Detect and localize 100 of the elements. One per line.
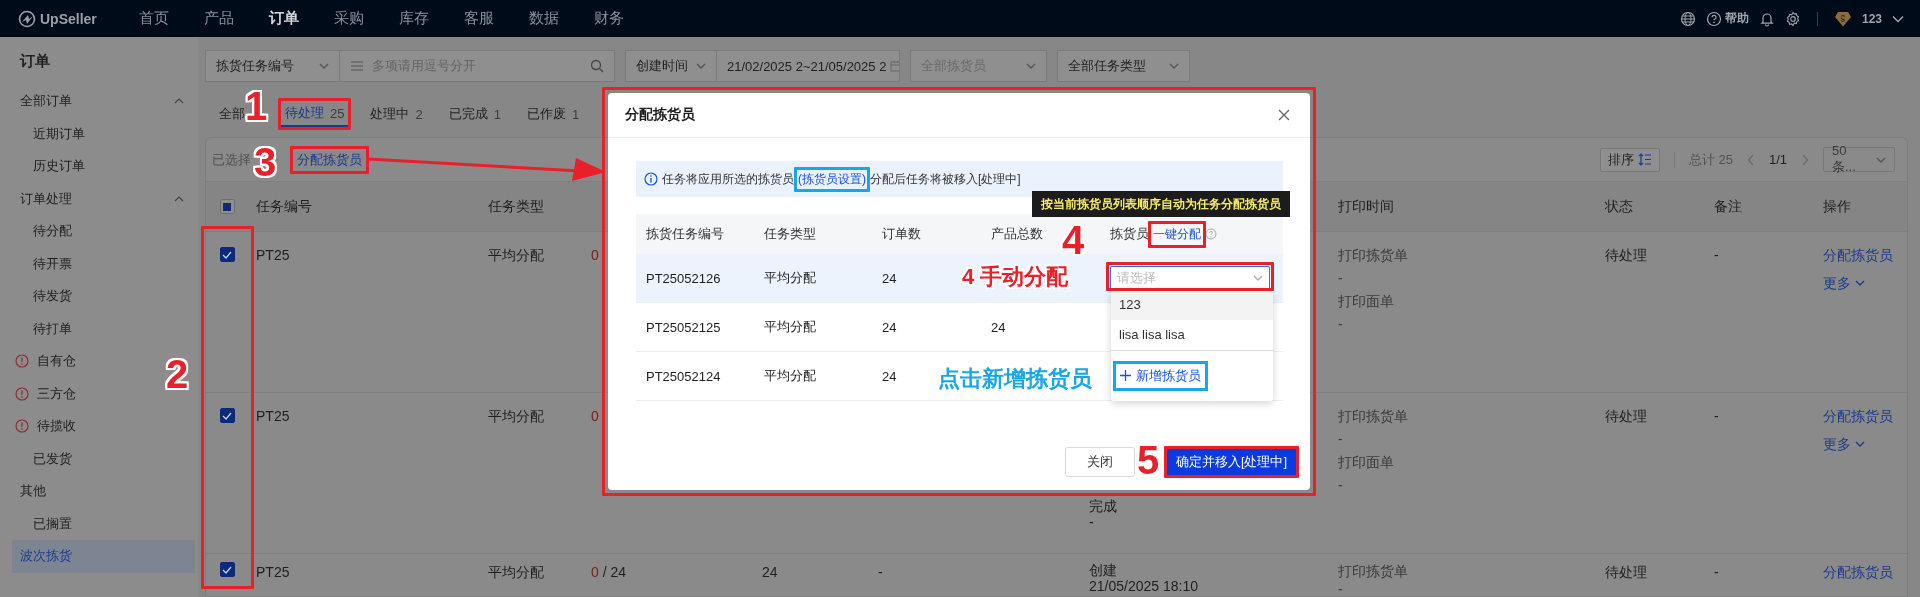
- table-cell-text: 创建: [1089, 562, 1118, 578]
- nav-item[interactable]: 数据: [528, 9, 559, 28]
- checkbox[interactable]: [219, 199, 235, 214]
- table-cell-text: -: [1338, 580, 1344, 596]
- nav-item[interactable]: 库存: [398, 9, 429, 28]
- sidebar-item[interactable]: 已搁置: [33, 514, 184, 533]
- column-header: 状态: [1604, 197, 1634, 216]
- info-text: 任务将应用所选的拣货员: [662, 170, 794, 188]
- globe-icon[interactable]: [1679, 10, 1696, 27]
- nav-item[interactable]: 采购: [333, 9, 364, 28]
- sort-icon: [1637, 153, 1652, 166]
- list-icon: [350, 60, 364, 72]
- check-icon: [222, 411, 232, 420]
- table-cell-text: PT25: [256, 563, 290, 582]
- column-header: 订单数: [882, 226, 921, 241]
- checkbox[interactable]: [219, 562, 235, 577]
- table-cell: 平均分配: [488, 408, 544, 424]
- picked-count: 0: [591, 564, 599, 580]
- checkbox[interactable]: [219, 408, 235, 423]
- chevron-down-icon: [1026, 63, 1036, 69]
- nav-item[interactable]: 首页: [138, 9, 169, 28]
- table-cell: -: [878, 564, 883, 580]
- table-cell: 24: [882, 270, 897, 286]
- sidebar-item[interactable]: 待发货: [33, 287, 184, 306]
- search-icon[interactable]: [590, 59, 604, 73]
- checkbox[interactable]: [219, 247, 235, 262]
- bell-icon[interactable]: [1758, 10, 1775, 27]
- chevron-down-icon: [319, 63, 329, 69]
- assign-picker-button[interactable]: 分配拣货员: [293, 148, 366, 171]
- assign-picker-link[interactable]: 分配拣货员: [1823, 562, 1893, 582]
- account-name[interactable]: 123: [1861, 11, 1882, 26]
- picked-count: 0: [591, 247, 599, 263]
- sidebar-title: 订单: [18, 51, 51, 71]
- nav-item[interactable]: 产品: [203, 9, 234, 28]
- diamond-badge-icon[interactable]: [1833, 10, 1852, 27]
- more-link[interactable]: 更多: [1823, 273, 1865, 293]
- nav-item[interactable]: 客服: [463, 9, 494, 28]
- tab[interactable]: 已完成 1: [444, 102, 505, 126]
- annotation-label: 4 手动分配: [962, 263, 1069, 291]
- table-cell-text: 打印面单: [1338, 453, 1395, 472]
- task-type-select[interactable]: 全部任务类型: [1057, 50, 1190, 82]
- field-select[interactable]: 拣货任务编号: [205, 50, 340, 82]
- step-number: 2: [166, 354, 189, 394]
- tab[interactable]: 待处理 25: [281, 101, 349, 127]
- help-icon[interactable]: [1705, 10, 1722, 27]
- tab[interactable]: 处理中 2: [366, 102, 427, 126]
- chevron-down-icon: [1253, 275, 1263, 281]
- chevron-down-icon[interactable]: [1892, 14, 1904, 23]
- dropdown-option[interactable]: lisa lisa lisa: [1111, 319, 1273, 350]
- settings-icon[interactable]: [1784, 10, 1801, 27]
- sidebar-item[interactable]: 待开票: [33, 254, 184, 273]
- time-select[interactable]: 创建时间: [625, 50, 717, 82]
- add-picker-button[interactable]: 新增拣货员: [1113, 360, 1208, 391]
- step-number: 1: [245, 86, 268, 126]
- table-cell: 平均分配: [488, 247, 544, 263]
- table-cell-text: 21/05/2025 18:10: [1089, 578, 1199, 594]
- tooltip: 按当前拣货员列表顺序自动为任务分配拣货员: [1032, 191, 1290, 217]
- sidebar-item[interactable]: 其他: [20, 482, 184, 501]
- page-size-select[interactable]: 50条...: [1823, 147, 1895, 172]
- table-cell: 24: [882, 368, 897, 384]
- column-header: 拣货员: [1110, 225, 1149, 243]
- calendar-icon: [890, 60, 899, 72]
- sidebar-item[interactable]: 待揽收: [37, 417, 184, 436]
- chevron-up-icon[interactable]: [174, 195, 184, 202]
- auto-assign-link[interactable]: 一键分配: [1153, 225, 1201, 243]
- chevron-down-icon: [696, 63, 706, 69]
- sidebar-item[interactable]: 已发货: [33, 449, 184, 468]
- sidebar-item[interactable]: 订单处理: [20, 189, 166, 208]
- nav-item[interactable]: 财务: [593, 9, 624, 28]
- table-cell-text: -: [1338, 315, 1344, 334]
- sidebar-item[interactable]: 波次拣货: [12, 540, 195, 573]
- sort-button[interactable]: 排序: [1599, 147, 1660, 172]
- table-cell: 平均分配: [488, 564, 544, 580]
- column-header: 操作: [1822, 197, 1852, 216]
- assign-picker-link[interactable]: 分配拣货员: [1823, 406, 1893, 426]
- close-button[interactable]: 关闭: [1065, 447, 1135, 477]
- picked-count: 0: [591, 408, 599, 424]
- sidebar-item[interactable]: 待分配: [33, 222, 184, 241]
- column-header: 任务类型: [487, 197, 545, 216]
- column-header: 拣货任务编号: [646, 226, 724, 241]
- column-header: 打印时间: [1337, 197, 1395, 216]
- help-icon: [1205, 228, 1217, 240]
- help-link[interactable]: 帮助: [1724, 10, 1749, 27]
- date-range-field[interactable]: 21/02/2025 2~21/05/2025 2: [717, 50, 900, 82]
- table-cell: 24: [882, 319, 897, 335]
- picker-settings-link[interactable]: (拣货员设置): [798, 170, 866, 188]
- more-link[interactable]: 更多: [1823, 434, 1865, 454]
- sidebar-item[interactable]: 历史订单: [33, 157, 184, 176]
- chevron-down-icon: [1855, 280, 1865, 286]
- chevron-up-icon[interactable]: [174, 98, 184, 105]
- sidebar-item[interactable]: 全部订单: [20, 92, 166, 111]
- close-icon[interactable]: [1278, 109, 1290, 121]
- sidebar-item[interactable]: 近期订单: [33, 124, 184, 143]
- sidebar-item[interactable]: 待打单: [33, 319, 184, 338]
- nav-item[interactable]: 订单: [268, 9, 299, 28]
- dropdown-option[interactable]: 123: [1111, 289, 1273, 320]
- chevron-down-icon: [1855, 441, 1865, 447]
- table-cell: 24: [991, 319, 1006, 335]
- assign-picker-link[interactable]: 分配拣货员: [1823, 245, 1893, 265]
- tab[interactable]: 已作废 1: [522, 102, 584, 126]
